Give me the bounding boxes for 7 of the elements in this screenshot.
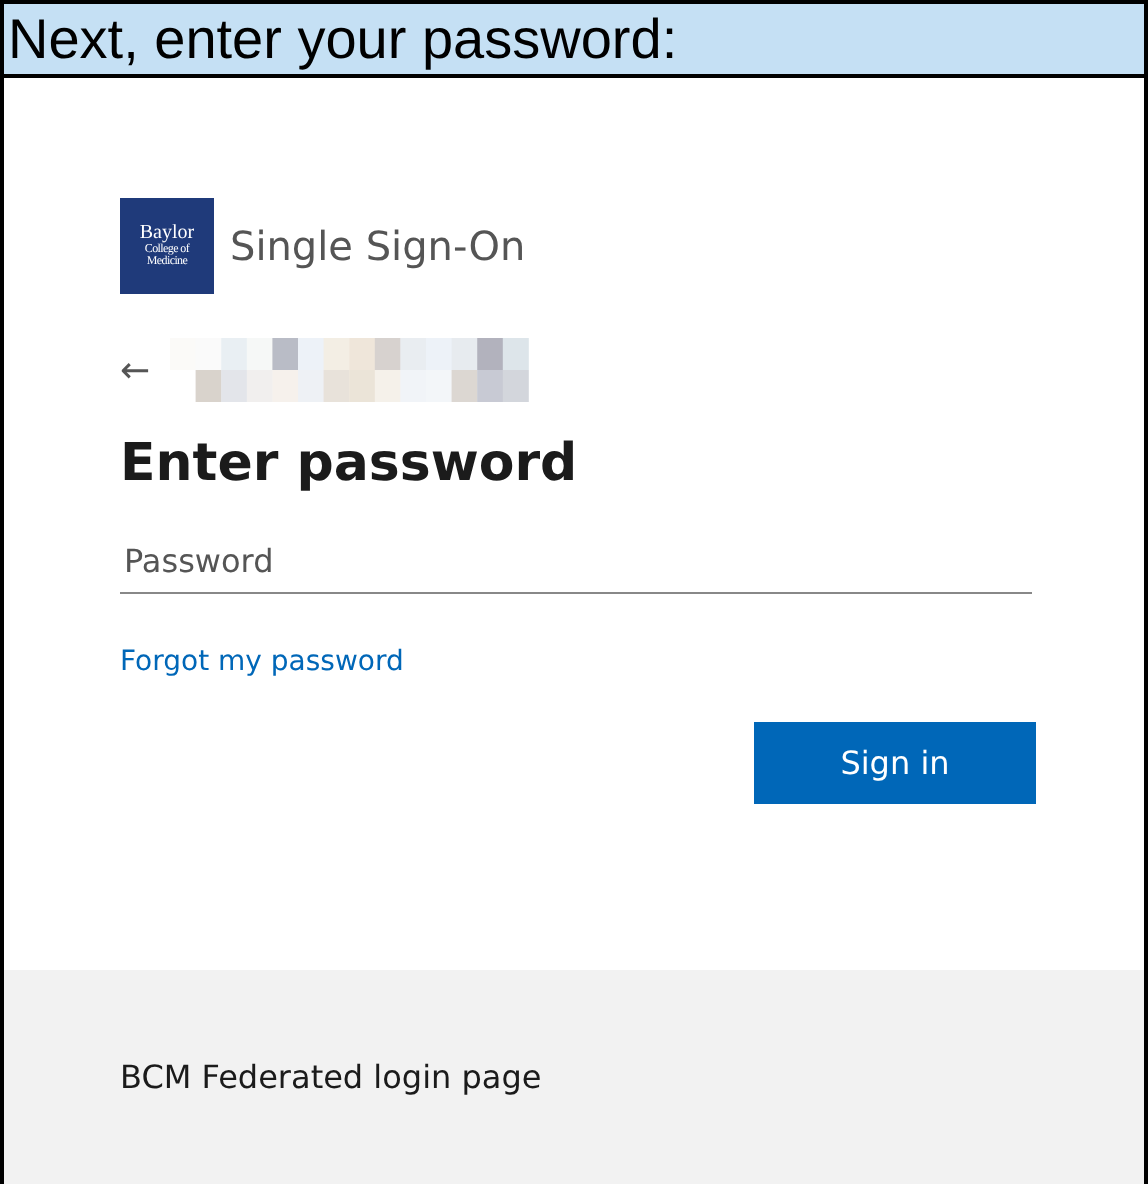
heading: Enter password: [120, 434, 578, 494]
brand-title: Single Sign-On: [230, 222, 526, 270]
forgot-password-link[interactable]: Forgot my password: [120, 646, 404, 678]
sign-in-button[interactable]: Sign in: [754, 722, 1036, 804]
footer-text: BCM Federated login page: [120, 1058, 542, 1096]
back-button[interactable]: ←: [120, 349, 151, 391]
caption-text: Next, enter your password:: [4, 4, 1144, 78]
